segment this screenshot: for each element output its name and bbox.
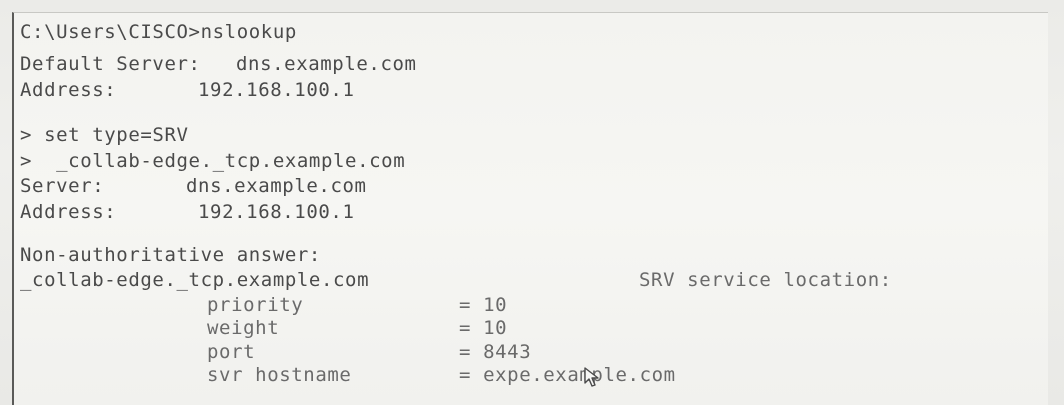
srv-query-command: > _collab-edge._tcp.example.com [20, 150, 406, 172]
record-value: = 8443 [459, 341, 532, 363]
default-server-label: Default Server: [20, 53, 201, 75]
record-value: = 10 [459, 294, 508, 316]
srv-record-name: _collab-edge._tcp.example.com [20, 269, 370, 291]
address-value: 192.168.100.1 [198, 201, 355, 223]
record-value: = expe.example.com [459, 364, 676, 386]
record-key: port [207, 341, 256, 363]
default-server-value: dns.example.com [236, 53, 417, 75]
non-authoritative-heading: Non-authoritative answer: [20, 244, 321, 266]
srv-service-location: SRV service location: [639, 269, 892, 291]
set-type-command: > set type=SRV [20, 124, 189, 146]
address-label: Address: [20, 79, 117, 101]
record-key: svr hostname [207, 364, 352, 386]
server-label: Server: [20, 175, 105, 197]
record-key: weight [207, 317, 280, 339]
record-key: priority [207, 294, 304, 316]
address-value: 192.168.100.1 [198, 79, 355, 101]
server-value: dns.example.com [186, 175, 367, 197]
address-label: Address: [20, 201, 117, 223]
record-value: = 10 [459, 317, 508, 339]
command-prompt-window[interactable]: C:\Users\CISCO>nslookup Default Server: … [12, 12, 1048, 405]
monitor-screen: C:\Users\CISCO>nslookup Default Server: … [0, 0, 1064, 405]
prompt-line: C:\Users\CISCO>nslookup [20, 21, 297, 43]
mouse-pointer-icon [584, 367, 599, 387]
